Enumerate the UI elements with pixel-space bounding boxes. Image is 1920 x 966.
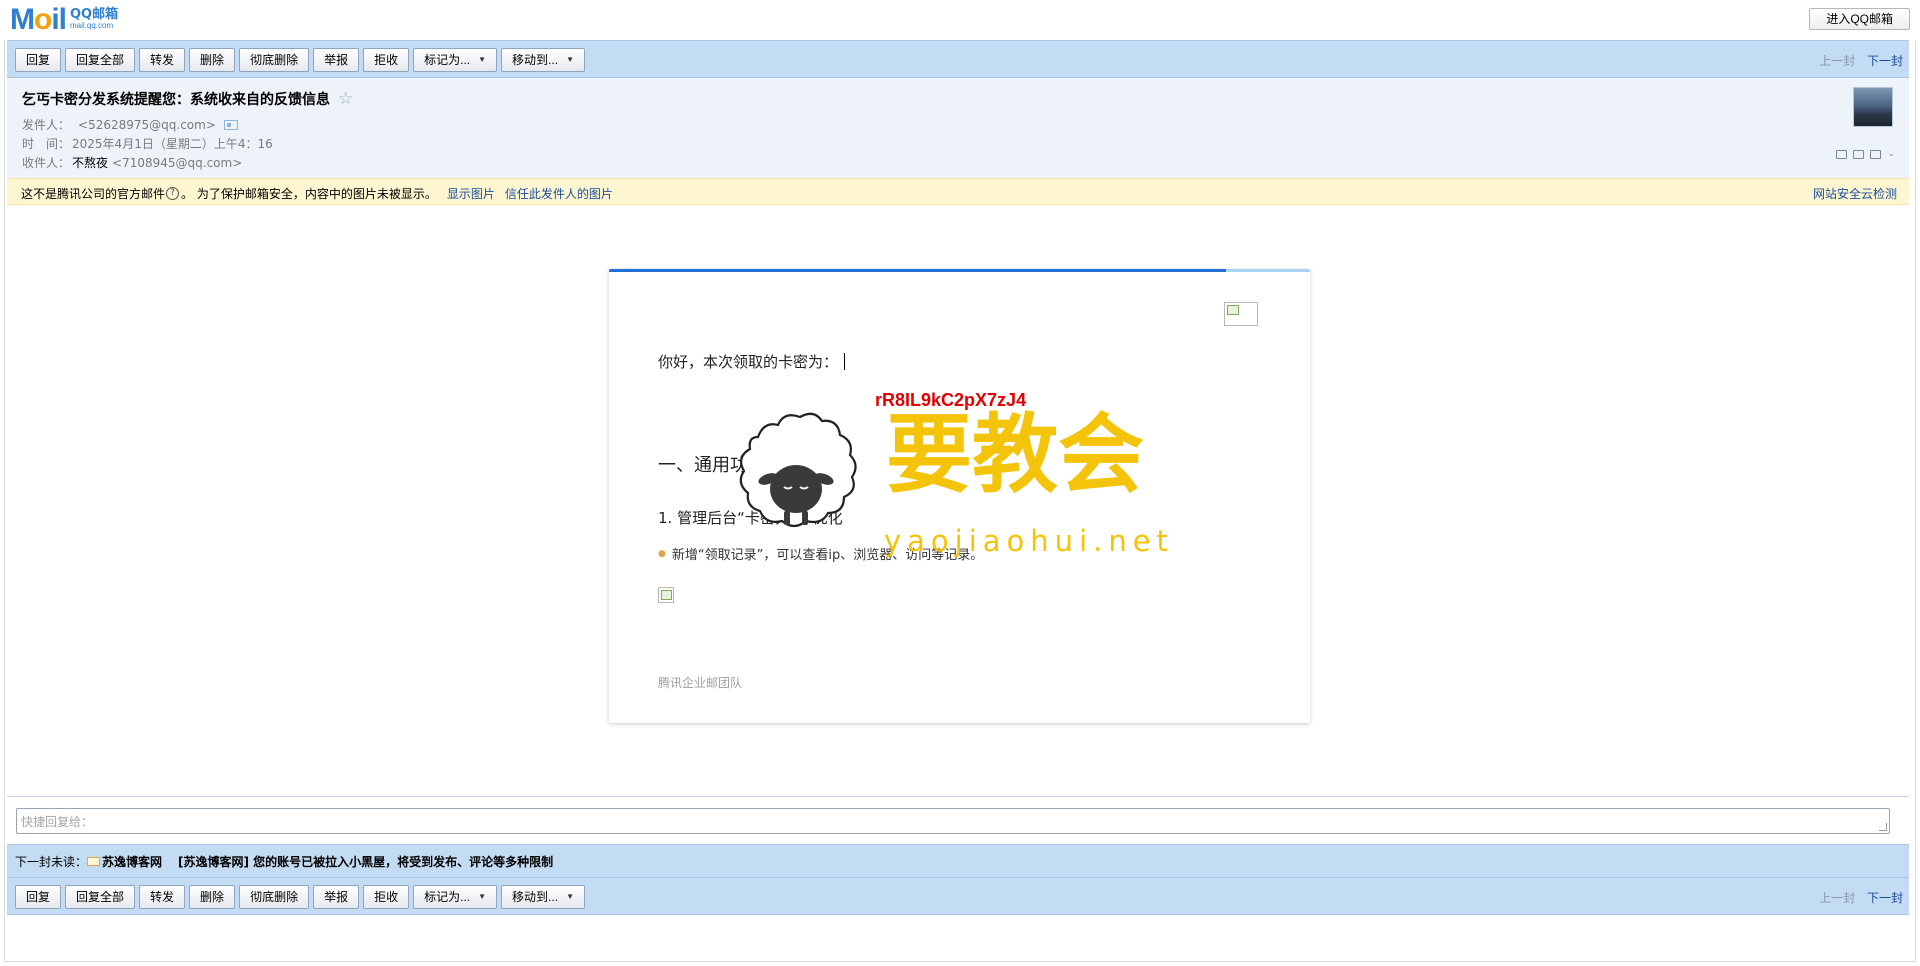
caret-down-icon: ▼ (478, 892, 487, 901)
star-icon[interactable]: ☆ (338, 89, 353, 109)
greeting-text: 你好，本次领取的卡密为： (658, 353, 839, 371)
mail-subject: 乞丐卡密分发系统提醒您：系统收来自的反馈信息 ☆ (22, 89, 353, 109)
caret-down-icon: ▼ (566, 892, 574, 901)
subject-text: 乞丐卡密分发系统提醒您：系统收来自的反馈信息 (22, 92, 330, 108)
from-address[interactable]: <52628975@qq.com> (78, 118, 216, 132)
enter-qq-mail-button[interactable]: 进入QQ邮箱 (1809, 8, 1910, 30)
delete-permanently-button[interactable]: 彻底删除 (239, 48, 310, 72)
envelope-icon (87, 856, 101, 866)
logo-url: mail.qq.com (70, 21, 114, 30)
mail-toolbar-top: 回复 回复全部 转发 删除 彻底删除 举报 拒收 标记为... ▼ 移动到... ▼… (7, 40, 1909, 78)
move-to-dropdown[interactable]: 移动到... ▼ (501, 48, 585, 72)
mail-nav: 上一封 下一封 (1819, 889, 1903, 906)
reject-button[interactable]: 拒收 (363, 885, 410, 909)
move-to-label: 移动到... (512, 53, 559, 67)
move-to-label: 移动到... (512, 890, 559, 904)
next-unread-bar: 下一封未读： 苏逸博客网 [苏逸博客网] 您的账号已被拉入小黑屋，将受到发布、评… (7, 844, 1909, 877)
qq-mail-logo[interactable]: Moil QQ邮箱 mail.qq.com (10, 5, 118, 35)
caret-down-icon: ▼ (478, 55, 487, 64)
contact-card-icon[interactable] (223, 119, 238, 130)
time-row: 时 间： 2025年4月1日（星期二）上午4：16 (22, 135, 273, 152)
note-icon[interactable] (1836, 150, 1848, 159)
bullet-dot-icon: ● (658, 548, 666, 559)
prev-mail-link[interactable]: 上一封 (1819, 891, 1855, 905)
greeting: 你好，本次领取的卡密为： (658, 351, 846, 372)
broken-image-icon (1224, 302, 1258, 326)
toolbar-buttons: 回复 回复全部 转发 删除 彻底删除 举报 拒收 标记为... ▼ 移动到... ▼ (15, 885, 589, 909)
mark-as-dropdown[interactable]: 标记为... ▼ (413, 48, 498, 72)
resize-grip-icon[interactable] (1879, 823, 1887, 831)
trust-sender-link[interactable]: 信任此发件人的图片 (505, 185, 613, 202)
team-signature: 腾讯企业邮团队 (658, 676, 743, 690)
to-label: 收件人： (22, 156, 71, 170)
print-icon[interactable] (1870, 150, 1882, 159)
reply-button[interactable]: 回复 (15, 885, 62, 909)
card-top-bar-fill (609, 269, 1226, 272)
report-button[interactable]: 举报 (313, 48, 360, 72)
reply-all-button[interactable]: 回复全部 (65, 48, 136, 72)
warning-text-before: 这不是腾讯公司的官方邮件 (21, 187, 166, 201)
image-warning-bar: 这不是腾讯公司的官方邮件 ? 。 为了保护邮箱安全，内容中的图片未被显示。 显示… (7, 178, 1909, 205)
mail-toolbar-bottom: 回复 回复全部 转发 删除 彻底删除 举报 拒收 标记为... ▼ 移动到... ▼… (7, 877, 1909, 915)
warning-text-after: 。 为了保护邮箱安全，内容中的图片未被显示。 (181, 187, 437, 201)
next-mail-link[interactable]: 下一封 (1867, 54, 1903, 68)
sender-avatar[interactable] (1853, 87, 1893, 127)
to-row: 收件人： 不熬夜 <7108945@qq.com> (22, 154, 242, 171)
time-label: 时 间： (22, 137, 71, 151)
save-icon[interactable] (1853, 150, 1865, 159)
expand-icon[interactable]: ⌄ (1887, 150, 1895, 159)
mark-as-label: 标记为... (424, 890, 471, 904)
logo-text: QQ邮箱 mail.qq.com (70, 7, 119, 31)
mark-as-label: 标记为... (424, 53, 471, 67)
show-images-link[interactable]: 显示图片 (447, 185, 495, 202)
delete-button[interactable]: 删除 (189, 885, 236, 909)
forward-button[interactable]: 转发 (139, 48, 186, 72)
logo-cn: QQ邮箱 (70, 7, 119, 22)
mail-header: 乞丐卡密分发系统提醒您：系统收来自的反馈信息 ☆ 发件人： <52628975@… (7, 78, 1909, 178)
reply-button[interactable]: 回复 (15, 48, 62, 72)
divider (7, 796, 1909, 797)
mail-nav: 上一封 下一封 (1819, 52, 1903, 69)
to-address[interactable]: <7108945@qq.com> (112, 156, 242, 170)
next-unread-sender[interactable]: 苏逸博客网 (102, 853, 162, 870)
move-to-dropdown[interactable]: 移动到... ▼ (501, 885, 585, 909)
forward-button[interactable]: 转发 (139, 885, 186, 909)
top-header: Moil QQ邮箱 mail.qq.com 进入QQ邮箱 (0, 0, 1920, 40)
caret-down-icon: ▼ (566, 55, 574, 64)
quick-reply-placeholder: 快捷回复给： (21, 815, 94, 829)
warning-text: 这不是腾讯公司的官方邮件 ? 。 为了保护邮箱安全，内容中的图片未被显示。 显示… (21, 185, 613, 202)
reply-all-button[interactable]: 回复全部 (65, 885, 136, 909)
time-value: 2025年4月1日（星期二）上午4：16 (72, 137, 273, 151)
text-cursor (844, 353, 846, 370)
toolbar-buttons: 回复 回复全部 转发 删除 彻底删除 举报 拒收 标记为... ▼ 移动到... ▼ (15, 48, 589, 72)
from-row: 发件人： <52628975@qq.com> (22, 116, 238, 133)
from-label: 发件人： (22, 118, 71, 132)
next-unread-label: 下一封未读： (15, 854, 88, 869)
security-check-link[interactable]: 网站安全云检测 (1813, 185, 1897, 202)
reject-button[interactable]: 拒收 (363, 48, 410, 72)
logo-mail-word: Moil (10, 3, 67, 36)
header-actions: ⌄ (1836, 150, 1895, 159)
delete-permanently-button[interactable]: 彻底删除 (239, 885, 310, 909)
next-unread-subject[interactable]: [苏逸博客网] 您的账号已被拉入小黑屋，将受到发布、评论等多种限制 (178, 853, 553, 870)
to-name[interactable]: 不熬夜 (72, 154, 108, 171)
quick-reply-input[interactable]: 快捷回复给： (16, 808, 1890, 834)
mark-as-dropdown[interactable]: 标记为... ▼ (413, 885, 498, 909)
prev-mail-link[interactable]: 上一封 (1819, 54, 1855, 68)
sheep-watermark-icon (739, 412, 857, 528)
card-top-bar (609, 269, 1310, 272)
watermark-small-text: yaojiaohui.net (884, 524, 1174, 558)
broken-image-icon (658, 587, 674, 603)
watermark-big-text: 要教会 (886, 404, 1144, 505)
next-mail-link[interactable]: 下一封 (1867, 891, 1903, 905)
report-button[interactable]: 举报 (313, 885, 360, 909)
help-icon[interactable]: ? (166, 187, 180, 200)
delete-button[interactable]: 删除 (189, 48, 236, 72)
